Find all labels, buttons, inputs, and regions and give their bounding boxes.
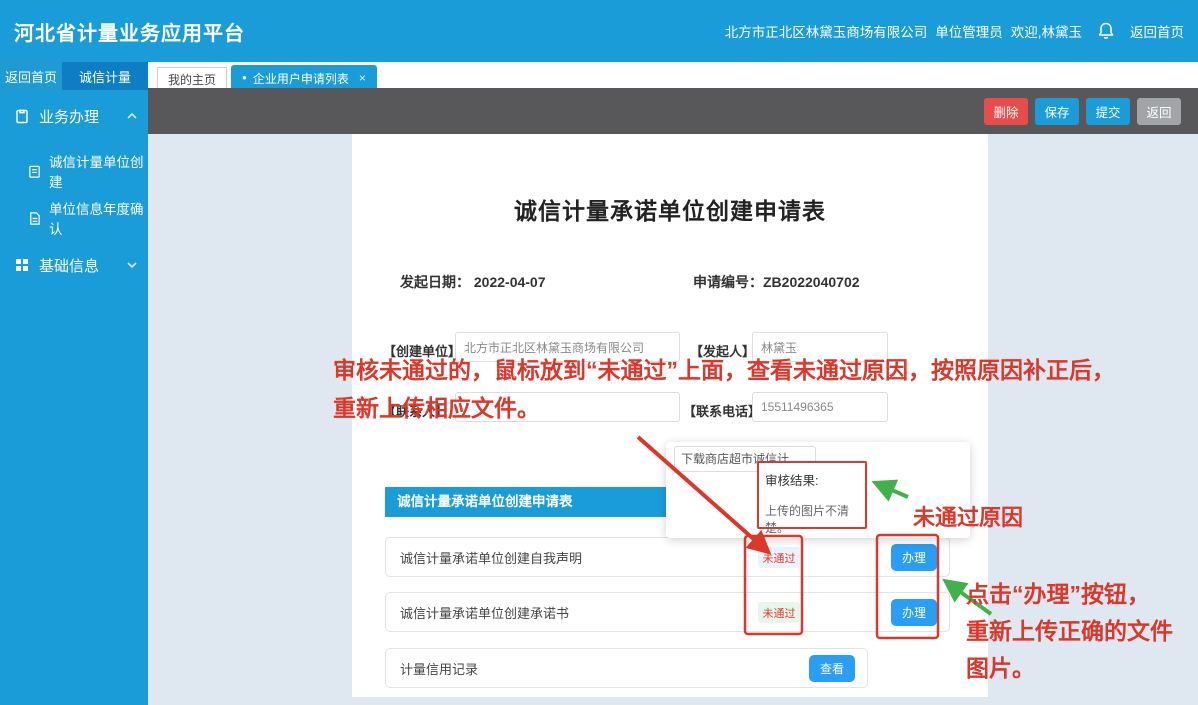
header-user-area: 北方市正北区林黛玉商场有限公司 单位管理员 欢迎,林黛玉 返回首页 [725, 21, 1184, 41]
nav-row: 返回首页 诚信计量 我的主页 ● 企业用户申请列表 × [0, 62, 1198, 90]
doc-row-credit-record: 计量信用记录 查看 [385, 648, 868, 688]
phone-input[interactable] [752, 392, 888, 422]
tab-label: 企业用户申请列表 [253, 70, 349, 87]
nav-module-tab[interactable]: 诚信计量 [62, 62, 148, 90]
sidebar-group-business[interactable]: 业务办理 [0, 103, 148, 129]
close-tab-icon[interactable]: × [359, 71, 366, 85]
submit-button[interactable]: 提交 [1086, 98, 1130, 125]
contact-input[interactable] [455, 392, 680, 422]
review-result-box: 审核结果: 上传的图片不清楚。 [757, 461, 867, 529]
page-tabs: 我的主页 ● 企业用户申请列表 × [148, 62, 1198, 90]
file-icon [27, 164, 42, 179]
user-role: 单位管理员 [935, 21, 1003, 41]
field-label-create-unit: 【创建单位】 [383, 341, 461, 360]
create-unit-input[interactable] [455, 332, 680, 362]
application-number: 申请编号：ZB2022040702 [693, 272, 860, 292]
app-window: 河北省计量业务应用平台 北方市正北区林黛玉商场有限公司 单位管理员 欢迎,林黛玉… [0, 0, 1198, 705]
doc-name: 诚信计量承诺单位创建自我声明 [400, 548, 582, 567]
grid-icon [14, 257, 30, 273]
form-title: 诚信计量承诺单位创建申请表 [352, 192, 988, 226]
doc-name: 诚信计量承诺单位创建承诺书 [400, 603, 569, 622]
status-badge-not-passed[interactable]: 未通过 [758, 547, 800, 568]
handle-button[interactable]: 办理 [891, 544, 937, 571]
view-button[interactable]: 查看 [809, 655, 855, 682]
doc-row-commitment-letter: 诚信计量承诺单位创建承诺书 未通过 办理 [385, 592, 950, 632]
field-label-phone: 【联系电话】 [683, 401, 761, 420]
nav-back-home[interactable]: 返回首页 [0, 62, 62, 90]
sidebar-group-label: 基础信息 [39, 255, 99, 276]
initiator-input[interactable] [752, 332, 888, 362]
form-toolbar: 删除 保存 提交 返回 [148, 88, 1198, 134]
handle-button[interactable]: 办理 [891, 599, 937, 626]
tab-my-homepage[interactable]: 我的主页 [157, 67, 227, 90]
application-form-page: 诚信计量承诺单位创建申请表 发起日期： 2022-04-07 申请编号：ZB20… [352, 134, 988, 697]
field-label-initiator: 【发起人】 [690, 341, 755, 360]
sidebar-item-annual-confirmation[interactable]: 单位信息年度确认 [0, 205, 148, 231]
sidebar-item-unit-creation[interactable]: 诚信计量单位创建 [0, 158, 148, 184]
field-label-contact: 【联系人】 [383, 401, 448, 420]
top-header: 河北省计量业务应用平台 北方市正北区林黛玉商场有限公司 单位管理员 欢迎,林黛玉… [0, 0, 1198, 62]
active-tab-dot-icon: ● [242, 74, 247, 82]
initiate-date: 发起日期： 2022-04-07 [400, 272, 546, 292]
clipboard-icon [14, 108, 30, 124]
status-badge-not-passed[interactable]: 未通过 [758, 602, 800, 623]
user-info: 北方市正北区林黛玉商场有限公司 单位管理员 欢迎,林黛玉 [725, 21, 1082, 41]
document-icon [27, 211, 42, 226]
review-tooltip-card: 下载商店超市诚信计 审核结果: 上传的图片不清楚。 [666, 442, 970, 538]
chevron-up-icon [126, 111, 138, 121]
header-back-home-link[interactable]: 返回首页 [1130, 21, 1184, 41]
company-name: 北方市正北区林黛玉商场有限公司 [725, 21, 928, 41]
welcome-text: 欢迎,林黛玉 [1011, 21, 1082, 41]
review-result-title: 审核结果: [765, 470, 859, 489]
delete-button[interactable]: 删除 [984, 98, 1028, 125]
page-title: 河北省计量业务应用平台 [14, 17, 245, 46]
sidebar-group-label: 业务办理 [39, 106, 99, 127]
bell-icon[interactable] [1096, 21, 1116, 41]
chevron-down-icon [126, 260, 138, 270]
sidebar-group-basic-info[interactable]: 基础信息 [0, 252, 148, 278]
sidebar: 业务办理 诚信计量单位创建 单位信息年度确认 基础信息 [0, 90, 148, 705]
return-button[interactable]: 返回 [1137, 98, 1181, 125]
annotation-bottom-note: 点击“办理”按钮， 重新上传正确的文件 图片。 [966, 576, 1173, 687]
review-result-message: 上传的图片不清楚。 [765, 502, 859, 536]
save-button[interactable]: 保存 [1035, 98, 1079, 125]
sidebar-item-label: 诚信计量单位创建 [49, 151, 148, 191]
sidebar-item-label: 单位信息年度确认 [49, 198, 148, 238]
doc-name: 计量信用记录 [400, 659, 478, 678]
doc-row-self-declaration: 诚信计量承诺单位创建自我声明 未通过 办理 [385, 537, 950, 577]
tab-enterprise-application-list[interactable]: ● 企业用户申请列表 × [231, 65, 377, 90]
